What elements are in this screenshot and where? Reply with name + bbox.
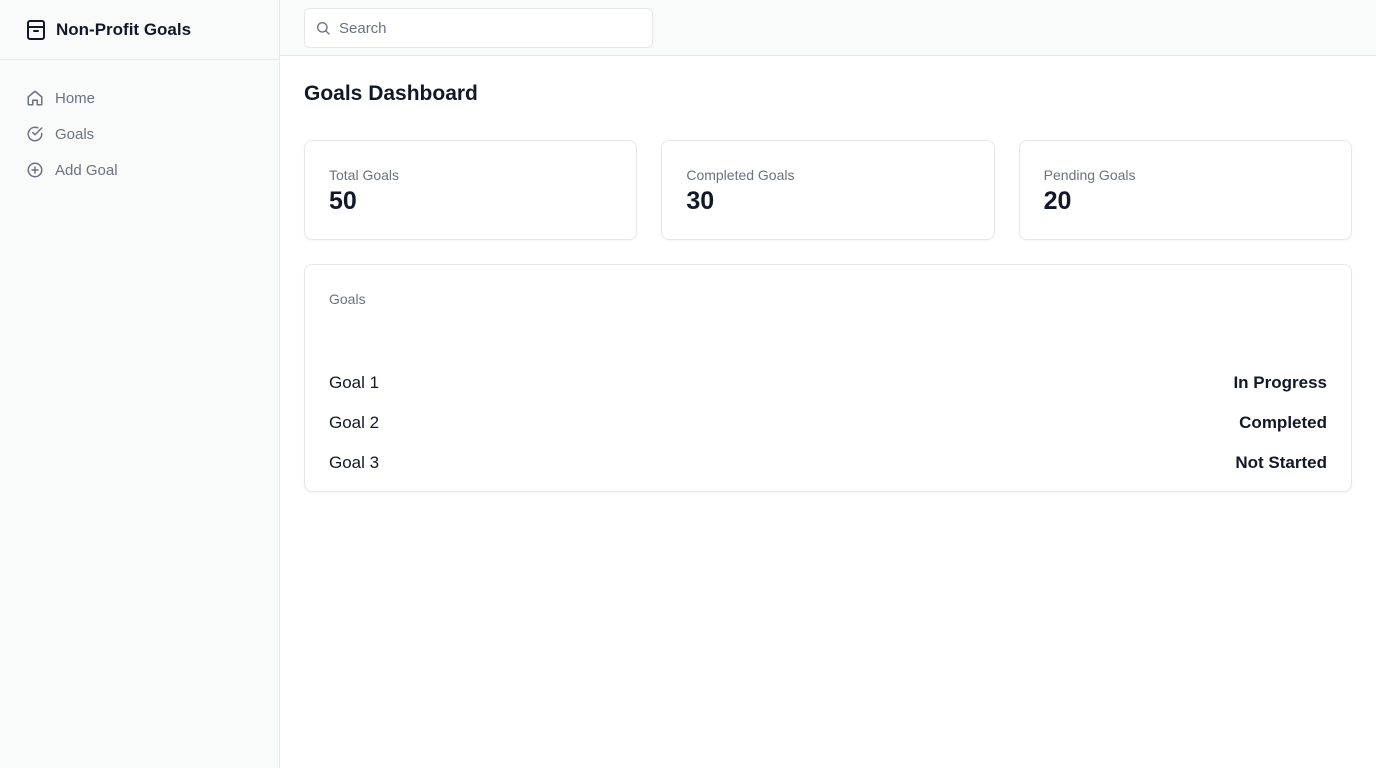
stat-label: Pending Goals — [1043, 167, 1136, 183]
sidebar-item-goals[interactable]: Goals — [16, 118, 263, 150]
stat-value: 20 — [1043, 187, 1072, 215]
goal-name: Goal 3 — [329, 453, 380, 472]
plus-circle-icon — [26, 161, 44, 179]
brand[interactable]: Non-Profit Goals — [0, 0, 279, 60]
stat-card-completed: Completed Goals 30 — [661, 140, 995, 240]
sidebar-item-home[interactable]: Home — [16, 82, 263, 114]
sidebar: Non-Profit Goals Home Goals Add Goal — [0, 0, 280, 768]
stat-value: 50 — [329, 187, 357, 215]
goal-status: In Progress — [1233, 373, 1327, 392]
stat-label: Total Goals — [329, 167, 400, 183]
stats-cards: Total Goals 50 Completed Goals 30 Pendin… — [304, 140, 1352, 240]
goals-panel: Goals Goal 1 In Progress Goal 2 Complete… — [304, 264, 1352, 492]
search-icon — [315, 20, 331, 36]
goal-list: Goal 1 In Progress Goal 2 Completed Goal… — [329, 363, 1327, 483]
app-title: Non-Profit Goals — [56, 19, 192, 39]
sidebar-nav: Home Goals Add Goal — [0, 60, 279, 186]
topbar — [280, 0, 1376, 56]
goal-row[interactable]: Goal 3 Not Started — [329, 443, 1327, 483]
check-circle-icon — [26, 125, 44, 143]
goal-row[interactable]: Goal 2 Completed — [329, 403, 1327, 443]
sidebar-item-label: Goals — [55, 125, 95, 143]
stat-label: Completed Goals — [686, 167, 795, 183]
search-input[interactable] — [339, 19, 629, 37]
stat-card-total: Total Goals 50 — [304, 140, 638, 240]
goals-heading: Goals — [329, 291, 366, 307]
goal-status: Not Started — [1235, 453, 1327, 472]
package-icon — [24, 18, 48, 42]
stat-card-pending: Pending Goals 20 — [1018, 140, 1352, 240]
sidebar-item-label: Home — [55, 89, 96, 107]
sidebar-item-add-goal[interactable]: Add Goal — [16, 154, 263, 186]
home-icon — [26, 89, 44, 107]
goal-name: Goal 2 — [329, 413, 380, 432]
goal-status: Completed — [1239, 413, 1327, 432]
stat-value: 30 — [686, 187, 715, 215]
search-box[interactable] — [304, 8, 653, 48]
page-title: Goals Dashboard — [304, 82, 478, 105]
goal-name: Goal 1 — [329, 373, 380, 392]
goal-row[interactable]: Goal 1 In Progress — [329, 363, 1327, 403]
sidebar-item-label: Add Goal — [55, 161, 118, 179]
